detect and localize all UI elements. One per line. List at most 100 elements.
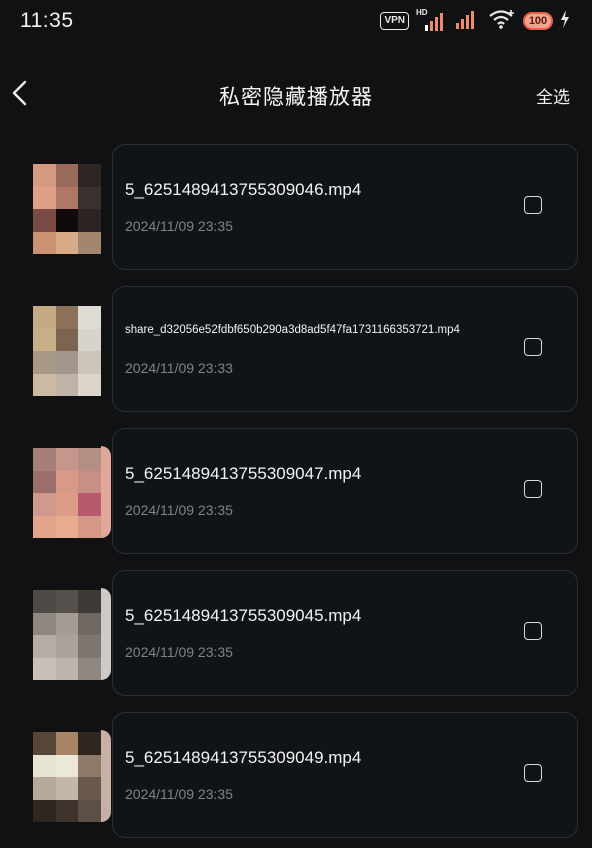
thumbnail-pixel: [55, 777, 79, 800]
thumbnail-pixel: [78, 657, 101, 680]
thumbnail-pixel: [33, 328, 56, 351]
thumbnail-pixel: [33, 231, 56, 254]
video-item[interactable]: share_d32056e52fdbf650b290a3d8ad5f47fa17…: [28, 286, 578, 412]
video-card: [112, 428, 578, 554]
thumbnail-pixel: [33, 777, 56, 800]
video-date: 2024/11/09 23:35: [125, 502, 233, 518]
signal-1-icon: HD: [416, 8, 446, 32]
video-file-name: 5_6251489413755309049.mp4: [125, 748, 362, 767]
thumbnail-pixel: [55, 306, 79, 329]
thumbnail-pixel: [33, 635, 56, 658]
thumbnail-edge: [101, 588, 111, 680]
video-file-name: share_d32056e52fdbf650b290a3d8ad5f47fa17…: [125, 324, 460, 336]
battery-icon: 100: [523, 12, 553, 30]
thumbnail-pixel: [78, 799, 101, 822]
video-thumbnail: [33, 732, 101, 822]
video-date: 2024/11/09 23:35: [125, 218, 233, 234]
thumbnail-pixel: [78, 470, 101, 493]
thumbnail-pixel: [78, 777, 101, 800]
video-item[interactable]: 5_6251489413755309045.mp4 2024/11/09 23:…: [28, 570, 578, 696]
thumbnail-pixel: [78, 732, 101, 755]
video-card: [112, 712, 578, 838]
thumbnail-pixel: [55, 470, 79, 493]
thumbnail-pixel: [78, 515, 101, 538]
thumbnail-pixel: [55, 209, 79, 232]
thumbnail-pixel: [33, 351, 56, 374]
status-bar: 11:35 VPN HD 100: [0, 0, 592, 44]
status-icons: VPN HD 100: [380, 8, 570, 35]
thumbnail-pixel: [55, 373, 79, 396]
thumbnail-pixel: [33, 470, 56, 493]
status-time: 11:35: [20, 9, 74, 32]
battery-level: 100: [528, 15, 548, 27]
video-thumbnail: [33, 306, 101, 396]
thumbnail-pixel: [33, 306, 56, 329]
video-file-name: 5_6251489413755309046.mp4: [125, 180, 362, 199]
thumbnail-pixel: [33, 448, 56, 471]
thumbnail-pixel: [78, 209, 101, 232]
charging-icon: [560, 9, 570, 33]
thumbnail-pixel: [78, 373, 101, 396]
thumbnail-pixel: [55, 515, 79, 538]
video-thumbnail: [33, 448, 101, 538]
thumbnail-pixel: [78, 612, 101, 635]
select-checkbox[interactable]: [524, 196, 542, 214]
thumbnail-edge: [101, 446, 111, 538]
thumbnail-pixel: [78, 635, 101, 658]
thumbnail-pixel: [55, 186, 79, 209]
thumbnail-pixel: [55, 231, 79, 254]
video-date: 2024/11/09 23:35: [125, 786, 233, 802]
thumbnail-pixel: [55, 328, 79, 351]
page-title: 私密隐藏播放器: [219, 86, 373, 109]
signal-2-icon: [453, 8, 481, 35]
thumbnail-pixel: [78, 351, 101, 374]
video-item[interactable]: 5_6251489413755309047.mp4 2024/11/09 23:…: [28, 428, 578, 554]
thumbnail-pixel: [33, 657, 56, 680]
thumbnail-pixel: [55, 732, 79, 755]
video-thumbnail: [33, 590, 101, 680]
app-header: 私密隐藏播放器 全选: [0, 66, 592, 122]
thumbnail-pixel: [55, 493, 79, 516]
select-checkbox[interactable]: [524, 338, 542, 356]
thumbnail-pixel: [33, 209, 56, 232]
video-item[interactable]: 5_6251489413755309049.mp4 2024/11/09 23:…: [28, 712, 578, 838]
thumbnail-pixel: [33, 186, 56, 209]
thumbnail-pixel: [33, 164, 56, 187]
video-card: [112, 286, 578, 412]
thumbnail-pixel: [33, 515, 56, 538]
thumbnail-pixel: [78, 590, 101, 613]
thumbnail-pixel: [55, 657, 79, 680]
thumbnail-pixel: [55, 590, 79, 613]
select-all-button[interactable]: 全选: [536, 83, 570, 108]
thumbnail-pixel: [33, 754, 56, 777]
select-checkbox[interactable]: [524, 480, 542, 498]
thumbnail-pixel: [33, 373, 56, 396]
video-file-name: 5_6251489413755309047.mp4: [125, 464, 362, 483]
thumbnail-pixel: [78, 448, 101, 471]
hd-label: HD: [416, 8, 428, 17]
wifi-icon: [488, 8, 516, 35]
thumbnail-pixel: [55, 164, 79, 187]
video-thumbnail: [33, 164, 101, 254]
thumbnail-pixel: [55, 351, 79, 374]
thumbnail-pixel: [33, 612, 56, 635]
thumbnail-pixel: [55, 448, 79, 471]
video-card: [112, 570, 578, 696]
video-card: [112, 144, 578, 270]
thumbnail-pixel: [33, 732, 56, 755]
thumbnail-pixel: [33, 799, 56, 822]
select-checkbox[interactable]: [524, 764, 542, 782]
thumbnail-pixel: [78, 306, 101, 329]
thumbnail-pixel: [55, 754, 79, 777]
select-checkbox[interactable]: [524, 622, 542, 640]
video-date: 2024/11/09 23:35: [125, 644, 233, 660]
video-date: 2024/11/09 23:33: [125, 360, 233, 376]
thumbnail-pixel: [78, 754, 101, 777]
thumbnail-pixel: [78, 231, 101, 254]
thumbnail-pixel: [33, 590, 56, 613]
video-item[interactable]: 5_6251489413755309046.mp4 2024/11/09 23:…: [28, 144, 578, 270]
thumbnail-pixel: [55, 635, 79, 658]
video-file-name: 5_6251489413755309045.mp4: [125, 606, 362, 625]
thumbnail-pixel: [55, 612, 79, 635]
thumbnail-pixel: [78, 186, 101, 209]
